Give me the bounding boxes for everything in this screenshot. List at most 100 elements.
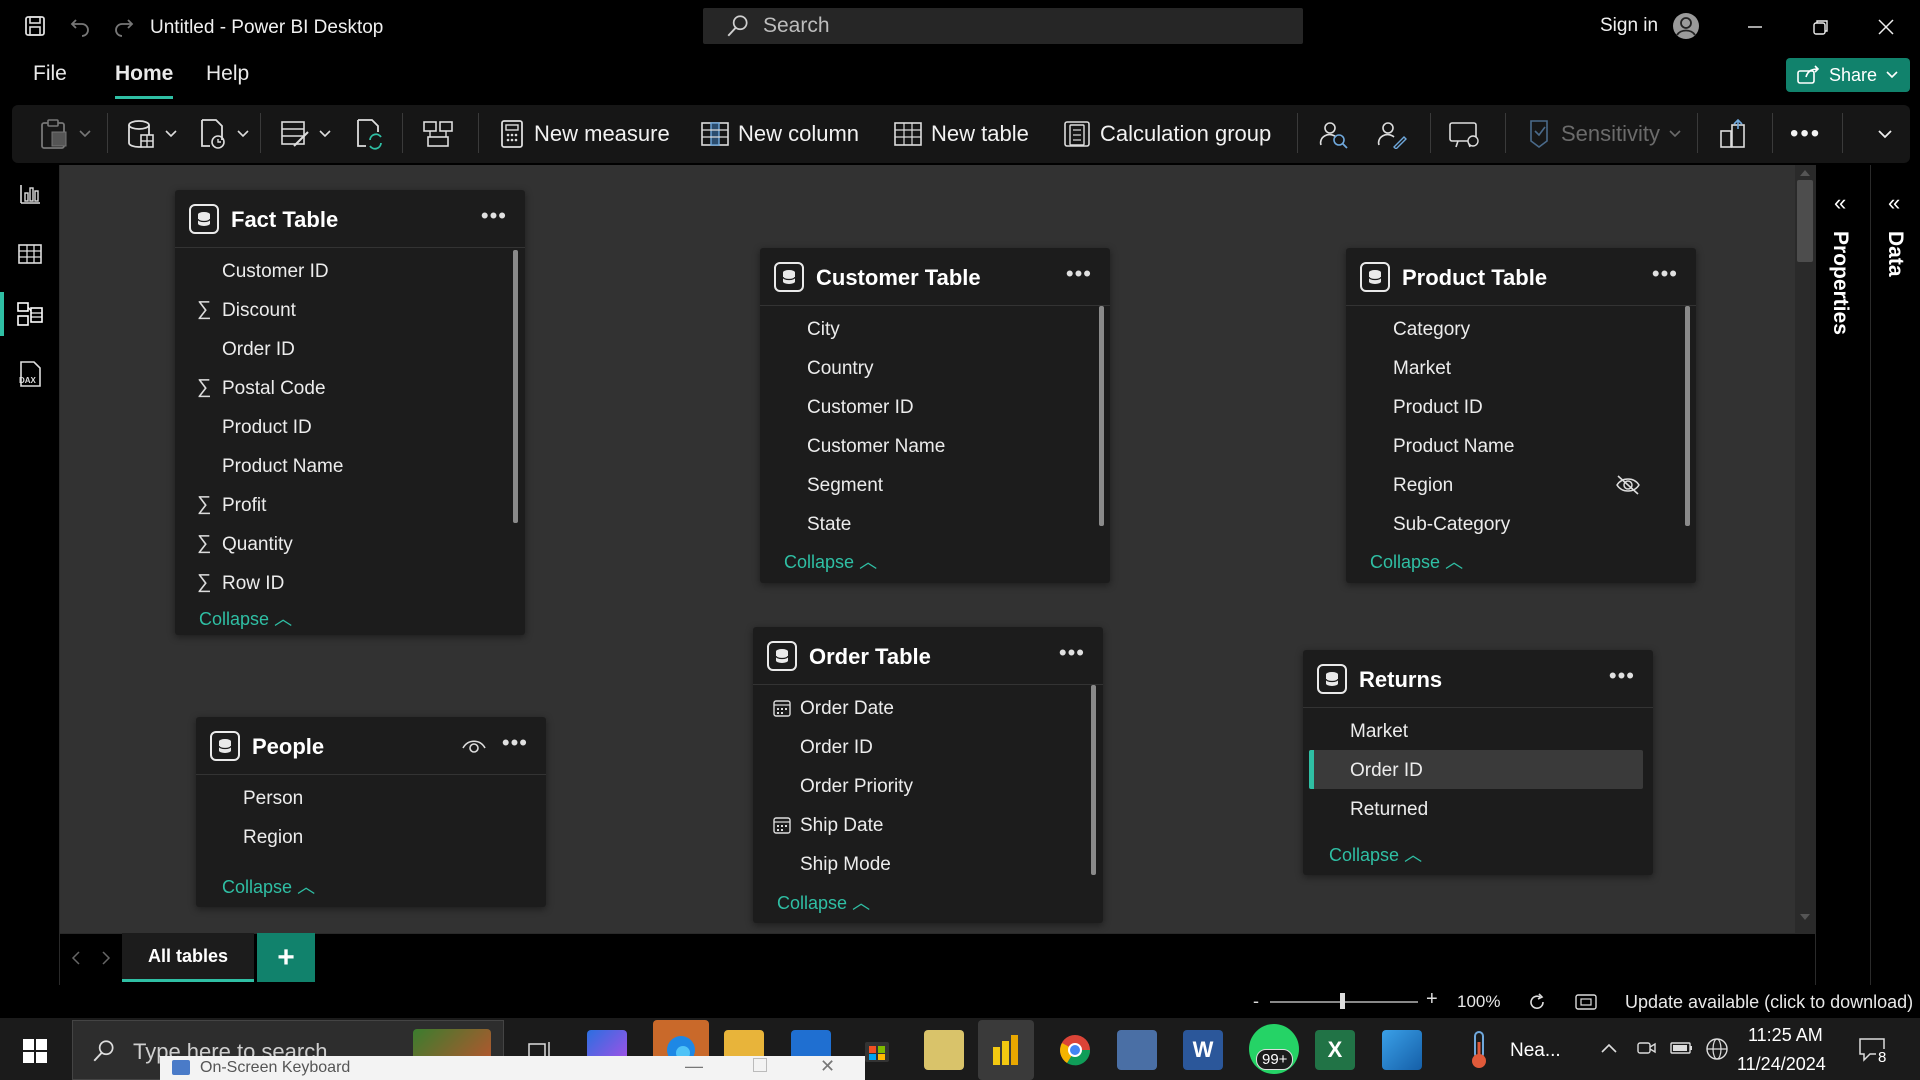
table-view-icon[interactable] bbox=[14, 238, 46, 270]
collapse-link[interactable]: Collapse ︿ bbox=[777, 889, 870, 915]
card-scrollbar[interactable] bbox=[1099, 306, 1104, 526]
more-icon[interactable]: ••• bbox=[1790, 107, 1821, 161]
field-row[interactable]: Sub-Category bbox=[1346, 504, 1696, 543]
tab-all-tables[interactable]: All tables bbox=[122, 933, 254, 982]
more-icon[interactable]: ••• bbox=[1066, 261, 1092, 287]
sign-in-link[interactable]: Sign in bbox=[1600, 15, 1658, 37]
more-icon[interactable]: ••• bbox=[502, 730, 528, 756]
field-row[interactable]: Order Date bbox=[753, 688, 1103, 727]
field-row[interactable]: Country bbox=[760, 348, 1110, 387]
sticky-notes-icon[interactable] bbox=[924, 1030, 964, 1070]
collapse-link[interactable]: Collapse ︿ bbox=[199, 605, 292, 631]
model-view-icon[interactable] bbox=[14, 298, 46, 330]
view-as-button[interactable] bbox=[1318, 107, 1350, 161]
chevron-up-icon[interactable] bbox=[1600, 1042, 1618, 1054]
field-row[interactable]: Region bbox=[196, 817, 546, 856]
menu-home[interactable]: Home bbox=[115, 62, 173, 86]
update-available-link[interactable]: Update available (click to download) bbox=[1625, 992, 1913, 1013]
meet-now-icon[interactable] bbox=[1636, 1038, 1656, 1058]
redo-icon[interactable] bbox=[110, 12, 138, 40]
power-bi-icon[interactable] bbox=[978, 1020, 1034, 1080]
clock-time[interactable]: 11:25 AM bbox=[1748, 1025, 1823, 1046]
battery-icon[interactable] bbox=[1670, 1040, 1694, 1056]
zoom-level[interactable]: 100% bbox=[1457, 992, 1500, 1012]
field-row[interactable]: ∑ Profit bbox=[175, 485, 525, 524]
restore-icon[interactable] bbox=[1808, 14, 1834, 40]
chevron-down-icon[interactable] bbox=[1877, 107, 1893, 161]
field-row[interactable]: Customer Name bbox=[760, 426, 1110, 465]
more-icon[interactable]: ••• bbox=[1652, 261, 1678, 287]
q-and-a-setup-button[interactable] bbox=[1448, 107, 1482, 161]
field-row[interactable]: Ship Date bbox=[753, 805, 1103, 844]
share-button[interactable]: Share bbox=[1786, 58, 1910, 92]
chevron-up-icon[interactable] bbox=[1799, 168, 1811, 178]
refresh-icon[interactable] bbox=[1527, 992, 1547, 1012]
more-icon[interactable]: ••• bbox=[1059, 640, 1085, 666]
maximize-icon[interactable] bbox=[753, 1058, 767, 1072]
product-table-card[interactable]: Product Table ••• Category Market Produc… bbox=[1346, 248, 1696, 583]
returns-table-card[interactable]: Returns ••• Market Order ID Returned Col… bbox=[1303, 650, 1653, 875]
field-row[interactable]: Product Name bbox=[1346, 426, 1696, 465]
field-row[interactable]: Order ID bbox=[753, 727, 1103, 766]
field-row[interactable]: Order ID bbox=[175, 329, 525, 368]
search-input[interactable]: Search bbox=[703, 8, 1303, 44]
get-data-button[interactable] bbox=[126, 107, 178, 161]
field-row[interactable]: Product ID bbox=[175, 407, 525, 446]
card-scrollbar[interactable] bbox=[513, 250, 518, 523]
new-column-button[interactable]: New column bbox=[700, 107, 859, 161]
minimize-icon[interactable] bbox=[1742, 14, 1768, 40]
expand-left-icon[interactable]: « bbox=[1888, 190, 1900, 216]
more-icon[interactable]: ••• bbox=[1609, 663, 1635, 689]
photos-icon[interactable] bbox=[1382, 1030, 1422, 1070]
field-row[interactable]: Customer ID bbox=[175, 251, 525, 290]
remote-desktop-icon[interactable] bbox=[1117, 1030, 1157, 1070]
order-table-card[interactable]: Order Table ••• Order Date Order ID Orde… bbox=[753, 627, 1103, 923]
field-row[interactable]: ∑ Quantity bbox=[175, 524, 525, 563]
clock-date[interactable]: 11/24/2024 bbox=[1737, 1054, 1826, 1075]
publish-button[interactable] bbox=[1718, 107, 1748, 161]
field-row[interactable]: Segment bbox=[760, 465, 1110, 504]
sensitivity-button[interactable]: Sensitivity bbox=[1525, 107, 1682, 161]
collapse-link[interactable]: Collapse ︿ bbox=[784, 548, 877, 574]
zoom-in-button[interactable]: + bbox=[1426, 988, 1438, 1011]
menu-file[interactable]: File bbox=[33, 62, 67, 86]
dax-query-icon[interactable]: DAX bbox=[14, 358, 46, 390]
card-scrollbar[interactable] bbox=[1091, 685, 1096, 875]
calculation-group-button[interactable]: Calculation group bbox=[1062, 107, 1271, 161]
people-table-card[interactable]: People ••• Person Region Collapse ︿ bbox=[196, 717, 546, 907]
dataset-button[interactable] bbox=[280, 107, 332, 161]
excel-icon[interactable]: X bbox=[1315, 1030, 1355, 1070]
chevron-right-icon[interactable] bbox=[100, 950, 112, 966]
field-row[interactable]: Product Name bbox=[175, 446, 525, 485]
windows-icon[interactable] bbox=[22, 1038, 48, 1064]
zoom-slider-thumb[interactable] bbox=[1340, 993, 1345, 1009]
field-row[interactable]: Ship Mode bbox=[753, 844, 1103, 883]
customer-table-card[interactable]: Customer Table ••• City Country Customer… bbox=[760, 248, 1110, 583]
minimize-icon[interactable]: — bbox=[685, 1056, 703, 1077]
hidden-eye-icon[interactable] bbox=[1614, 473, 1642, 497]
word-icon[interactable]: W bbox=[1183, 1030, 1223, 1070]
new-measure-button[interactable]: New measure bbox=[498, 107, 670, 161]
expand-left-icon[interactable]: « bbox=[1834, 190, 1846, 216]
close-icon[interactable] bbox=[1873, 14, 1899, 40]
canvas-vertical-scrollbar[interactable] bbox=[1795, 165, 1815, 933]
eye-icon[interactable] bbox=[461, 735, 487, 757]
field-row[interactable]: State bbox=[760, 504, 1110, 543]
field-row[interactable]: Customer ID bbox=[760, 387, 1110, 426]
canvas-scroll-thumb[interactable] bbox=[1797, 180, 1813, 262]
field-row[interactable]: Category bbox=[1346, 309, 1696, 348]
on-screen-keyboard-window[interactable]: On-Screen Keyboard — ✕ bbox=[160, 1056, 865, 1080]
user-icon[interactable] bbox=[1672, 12, 1700, 40]
weather-text[interactable]: Nea... bbox=[1510, 1040, 1561, 1062]
chevron-down-icon[interactable] bbox=[1799, 912, 1811, 922]
close-icon[interactable]: ✕ bbox=[820, 1056, 835, 1077]
paste-button[interactable] bbox=[40, 107, 92, 161]
report-view-icon[interactable] bbox=[14, 178, 46, 210]
refresh-button[interactable] bbox=[354, 107, 384, 161]
more-icon[interactable]: ••• bbox=[481, 203, 507, 229]
field-row[interactable]: ∑ Discount bbox=[175, 290, 525, 329]
collapse-link[interactable]: Collapse ︿ bbox=[222, 873, 315, 899]
data-pane[interactable]: « Data bbox=[1870, 165, 1920, 985]
collapse-link[interactable]: Collapse ︿ bbox=[1370, 548, 1463, 574]
field-row[interactable]: Market bbox=[1303, 711, 1653, 750]
